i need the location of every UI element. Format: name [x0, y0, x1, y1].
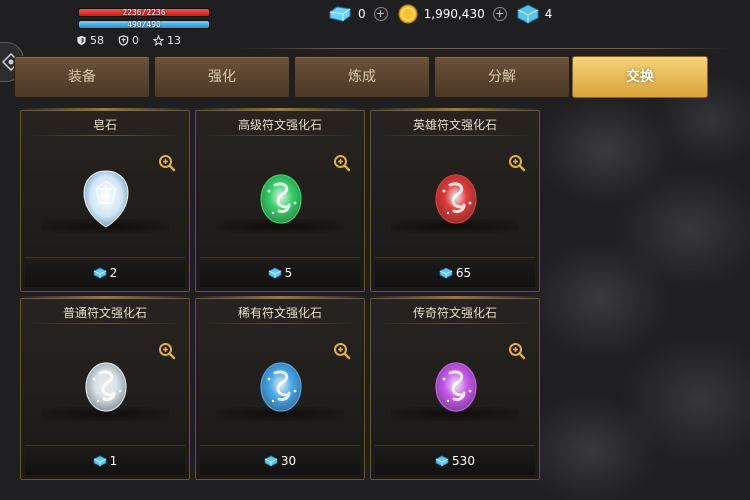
item-name: 皂石 [92, 118, 117, 132]
tab-enhance[interactable]: 强化 [154, 56, 290, 98]
zoom-in-button[interactable] [332, 341, 352, 361]
soapstone-icon [83, 170, 129, 228]
price-bar: 65 [375, 257, 535, 287]
tab-refine[interactable]: 炼成 [294, 56, 430, 98]
exchange-panel: 皂石 2 高级符文强化石 5 英雄符文强化石 65 普通符文强化石 1 稀有符文… [14, 104, 546, 500]
header-ornament [240, 40, 750, 56]
stat-armor: 0 [118, 34, 139, 47]
item-price: 2 [109, 265, 118, 280]
currency-diamonds: 0 + [328, 5, 398, 23]
price-bar: 530 [375, 445, 535, 475]
card-divider [27, 135, 183, 136]
zoom-in-icon [334, 343, 351, 360]
zoom-in-button[interactable] [157, 341, 177, 361]
item-price: 65 [455, 265, 472, 280]
shield-icon [77, 35, 86, 46]
player-stats: 58 0 13 [76, 34, 181, 47]
stat-shield: 58 [76, 34, 104, 47]
crystals-value: 4 [544, 7, 553, 21]
stat-shield-value: 58 [90, 34, 104, 47]
crystal-icon [268, 267, 282, 278]
card-divider [377, 323, 533, 324]
crystal-icon [435, 455, 449, 466]
star-icon [153, 35, 164, 46]
item-icon [251, 351, 311, 421]
card-divider [377, 135, 533, 136]
rune-stone-icon [435, 362, 477, 412]
currency-crystals: 4 [517, 4, 553, 24]
item-name: 高级符文强化石 [237, 118, 322, 132]
item-icon [76, 163, 136, 233]
item-icon [76, 351, 136, 421]
zoom-in-button[interactable] [507, 153, 527, 173]
hp-text: 2236/2236 [122, 8, 166, 17]
mp-bar: 490/490 [78, 20, 210, 29]
crystal-icon [93, 455, 107, 466]
price-bar: 1 [25, 445, 185, 475]
item-card[interactable]: 皂石 2 [18, 108, 192, 292]
player-status-panel: 2236/2236 490/490 58 0 13 [74, 4, 214, 50]
rune-stone-icon [260, 362, 302, 412]
crystal-icon [264, 455, 278, 466]
card-divider [27, 323, 183, 324]
price-bar: 2 [25, 257, 185, 287]
item-icon [426, 163, 486, 233]
zoom-in-icon [159, 155, 176, 172]
currency-bar: 0 + 1,990,430 + 4 [328, 2, 552, 26]
zoom-in-icon [334, 155, 351, 172]
stat-armor-value: 0 [132, 34, 139, 47]
armor-icon [118, 35, 129, 46]
item-price: 5 [284, 265, 293, 280]
item-card[interactable]: 普通符文强化石 1 [18, 296, 192, 480]
zoom-in-button[interactable] [507, 341, 527, 361]
add-gold-button[interactable]: + [492, 7, 507, 21]
item-price: 530 [452, 453, 475, 468]
gold-value: 1,990,430 [423, 7, 485, 21]
gold-coin-icon [398, 4, 418, 24]
item-card[interactable]: 稀有符文强化石 30 [193, 296, 367, 480]
diamond-icon [329, 6, 351, 22]
item-name: 传奇符文强化石 [412, 306, 497, 320]
zoom-in-icon [509, 155, 526, 172]
diamonds-value: 0 [358, 7, 366, 21]
crystal-icon [439, 267, 453, 278]
rune-stone-icon [435, 174, 477, 224]
item-icon [426, 351, 486, 421]
currency-gold: 1,990,430 + [398, 4, 517, 24]
tab-dismantle[interactable]: 分解 [434, 56, 570, 98]
rune-stone-icon [260, 174, 302, 224]
item-icon [251, 163, 311, 233]
zoom-in-icon [159, 343, 176, 360]
zoom-in-button[interactable] [332, 153, 352, 173]
stat-star-value: 13 [167, 34, 181, 47]
tab-equipment[interactable]: 装备 [14, 56, 150, 98]
rune-stone-icon [85, 362, 127, 412]
crystal-icon [93, 267, 107, 278]
add-diamonds-button[interactable]: + [373, 7, 388, 21]
top-hud: 2236/2236 490/490 58 0 13 0 + 1,990,430 … [0, 0, 750, 52]
crystal-icon [517, 4, 539, 24]
stat-star: 13 [153, 34, 181, 47]
item-name: 稀有符文强化石 [237, 306, 322, 320]
price-bar: 30 [200, 445, 360, 475]
price-bar: 5 [200, 257, 360, 287]
item-price: 1 [109, 453, 118, 468]
card-divider [202, 323, 358, 324]
item-name: 普通符文强化石 [62, 306, 147, 320]
item-price: 30 [280, 453, 297, 468]
mp-text: 490/490 [127, 20, 161, 29]
tab-bar: 装备 强化 炼成 分解 交换 [14, 56, 710, 98]
item-card[interactable]: 英雄符文强化石 65 [368, 108, 542, 292]
tab-exchange[interactable]: 交换 [572, 56, 708, 98]
zoom-in-button[interactable] [157, 153, 177, 173]
item-card[interactable]: 高级符文强化石 5 [193, 108, 367, 292]
card-divider [202, 135, 358, 136]
zoom-in-icon [509, 343, 526, 360]
item-name: 英雄符文强化石 [412, 118, 497, 132]
hp-bar: 2236/2236 [78, 8, 210, 17]
item-card[interactable]: 传奇符文强化石 530 [368, 296, 542, 480]
